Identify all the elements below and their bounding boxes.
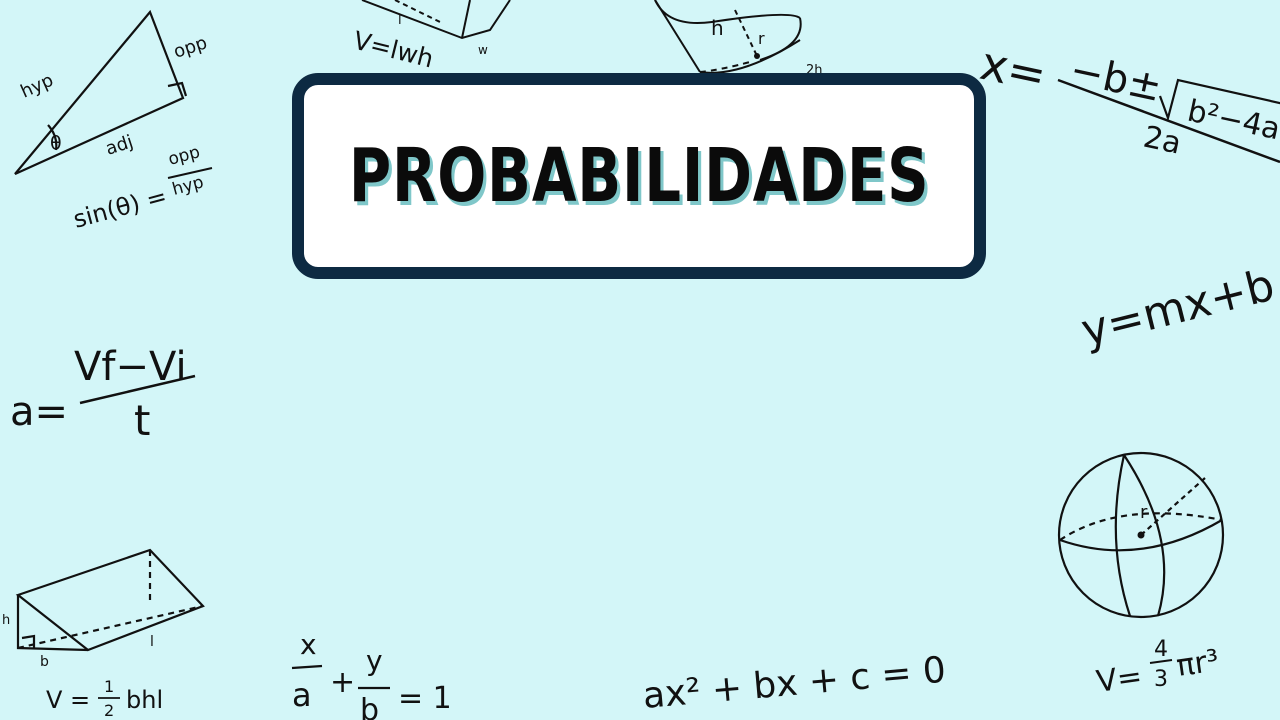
theta-label: θ <box>50 132 62 154</box>
opp-label: opp <box>171 32 210 62</box>
cylinder-center-dot <box>754 53 760 59</box>
sphere-volume-rest: πr³ <box>1174 643 1221 684</box>
acceleration-denominator: t <box>134 396 150 445</box>
prism-b-label: b <box>40 654 49 670</box>
prism-l-label: l <box>150 634 154 650</box>
cylinder-h-label: h <box>711 16 724 40</box>
box-volume: V=lwh <box>351 26 437 74</box>
cylinder-r-label: r <box>758 29 765 48</box>
cylinder-doodle <box>654 0 802 74</box>
intercept-plus: + <box>330 665 355 700</box>
prism-volume-num: 1 <box>104 677 114 696</box>
prism-volume-rest: bhl <box>126 686 163 714</box>
box-w-label: w <box>478 43 488 57</box>
intercept-y: y <box>366 644 383 677</box>
sphere-volume-num: 4 <box>1154 637 1168 662</box>
linear-equation: y=mx+b <box>1076 260 1279 357</box>
page-title: PROBABILIDADES <box>348 133 930 219</box>
sphere-r-label: r <box>1140 502 1148 523</box>
quadratic-radicand: b²−4ac <box>1184 94 1280 151</box>
hyp-label: hyp <box>17 70 56 103</box>
prism-h-label: h <box>2 613 10 628</box>
sine-lhs: sin(θ) = <box>70 182 170 234</box>
intercept-x: x <box>300 628 317 661</box>
prism-volume-den: 2 <box>104 701 114 720</box>
adj-label: adj <box>103 131 136 159</box>
triangular-prism-doodle <box>15 548 205 652</box>
intercept-a: a <box>292 676 312 714</box>
quadratic-lhs: x= <box>976 36 1052 102</box>
intercept-bar-1 <box>291 664 323 670</box>
box-l-label: l <box>398 13 402 28</box>
prism-volume-v: V = <box>46 686 90 714</box>
acceleration-lhs: a= <box>10 389 68 435</box>
sine-numerator: opp <box>166 142 202 170</box>
sphere-volume-v: V= <box>1094 659 1144 700</box>
sphere-center-dot <box>1137 531 1145 539</box>
quadratic-denominator: 2a <box>1140 120 1184 162</box>
title-card: PROBABILIDADES <box>292 73 986 279</box>
sphere-volume-den: 3 <box>1154 667 1168 692</box>
intercept-rhs: = 1 <box>398 681 452 716</box>
polynomial-equation: ax² + bx + c = 0 <box>641 650 947 717</box>
intercept-b: b <box>360 693 379 720</box>
